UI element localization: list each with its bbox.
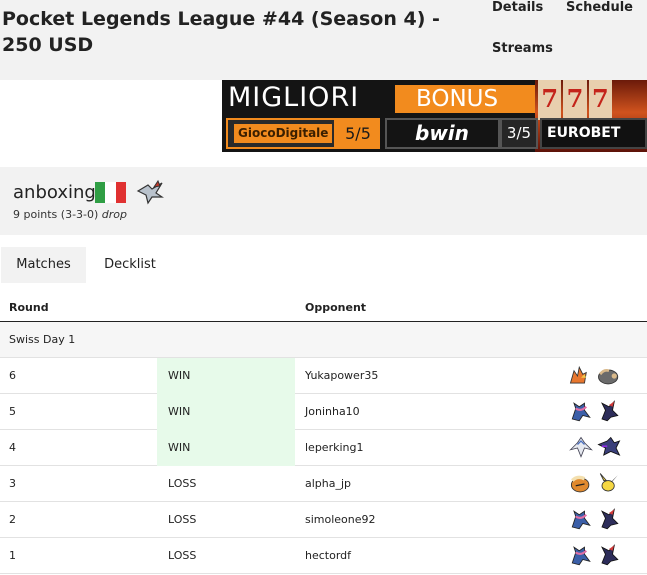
nav-streams-link[interactable]: Streams [492,41,553,56]
table-header: Round Opponent [0,295,647,322]
flag-stripe-red [115,182,126,203]
opponent-link[interactable]: hectordf [305,538,351,574]
tab-matches[interactable]: Matches [1,247,86,283]
player-status: drop [101,208,128,221]
table-row: 4 WIN leperking1 [0,430,647,466]
match-round: 1 [9,549,16,562]
giocodigitale-logo: GiocoDigitale [234,124,333,143]
match-result: WIN [157,430,295,466]
match-round: 3 [9,477,16,490]
opponent-link[interactable]: Joninha10 [305,394,360,430]
ad-operator-giocodigitale: GiocoDigitale [226,118,336,149]
column-header-opponent: Opponent [305,301,367,314]
ad-bonus-badge: BONUS [395,85,535,113]
pichu-sprite-icon [599,473,618,492]
opponent-link[interactable]: Yukapower35 [305,358,378,394]
deck-icons[interactable] [567,538,633,574]
greninja-sprite-icon [571,402,591,422]
match-result: LOSS [168,549,197,562]
italy-flag-icon [95,182,126,203]
deck-icons[interactable] [567,502,633,538]
match-result: LOSS [168,477,197,490]
eurobet-logo: EUROBET [547,125,621,141]
player-record: 9 points (3-3-0) drop [13,208,127,221]
deck-icons[interactable] [567,358,633,394]
greninja-sprite-icon [571,546,591,566]
greninja-sprite-icon [571,510,591,530]
nav-details-link[interactable]: Details [492,0,543,15]
hydreigon-sprite-icon [597,436,621,456]
arcanine-sprite-icon [570,475,590,493]
match-result: WIN [157,358,295,394]
match-round: 5 [9,405,16,418]
table-row: 3 LOSS alpha_jp [0,466,647,502]
table-row: 2 LOSS simoleone92 [0,502,647,538]
charizard-sprite-icon [569,365,587,384]
weavile-sprite-icon [601,544,619,566]
deck-icons[interactable] [567,394,633,430]
ad-operator-eurobet: EUROBET [540,118,647,149]
tournament-title: Pocket Legends League #44 (Season 4) - 2… [2,8,440,56]
nav-schedule-link[interactable]: Schedule [566,0,633,15]
table-section-header: Swiss Day 1 [0,322,647,358]
match-round: 2 [9,513,16,526]
player-points: 9 points (3-3-0) [13,208,99,221]
deck-icons[interactable] [567,466,633,502]
bwin-logo: bwin [415,121,469,145]
table-row: 5 WIN Joninha10 [0,394,647,430]
table-row: 6 WIN Yukapower35 [0,358,647,394]
donphan-sprite-icon [598,369,619,385]
deck-icons[interactable] [567,430,633,466]
ad-score: 3/5 [500,118,538,149]
page-header: Pocket Legends League #44 (Season 4) - 2… [0,0,647,80]
match-round: 4 [9,441,16,454]
skarmory-sprite-icon [136,179,164,205]
match-result: LOSS [168,513,197,526]
table-row: 1 LOSS hectordf [0,538,647,574]
weavile-sprite-icon [601,400,619,422]
opponent-link[interactable]: alpha_jp [305,466,351,502]
opponent-link[interactable]: simoleone92 [305,502,376,538]
flag-stripe-green [95,182,106,203]
section-label: Swiss Day 1 [9,333,76,346]
ad-banner[interactable]: 7 7 7 MIGLIORI BONUS GiocoDigitale 5/5 b… [222,80,647,152]
ad-operator-bwin: bwin [385,118,500,149]
weavile-sprite-icon [601,508,619,530]
lugia-sprite-icon [569,436,593,458]
tab-decklist[interactable]: Decklist [88,247,172,283]
ad-headline: MIGLIORI [228,82,360,113]
ad-score: 5/5 [336,118,380,149]
column-header-round: Round [9,301,49,314]
match-round: 6 [9,369,16,382]
opponent-link[interactable]: leperking1 [305,430,363,466]
match-result: WIN [157,394,295,430]
player-name: anboxing [13,182,96,203]
flag-stripe-white [105,182,116,203]
